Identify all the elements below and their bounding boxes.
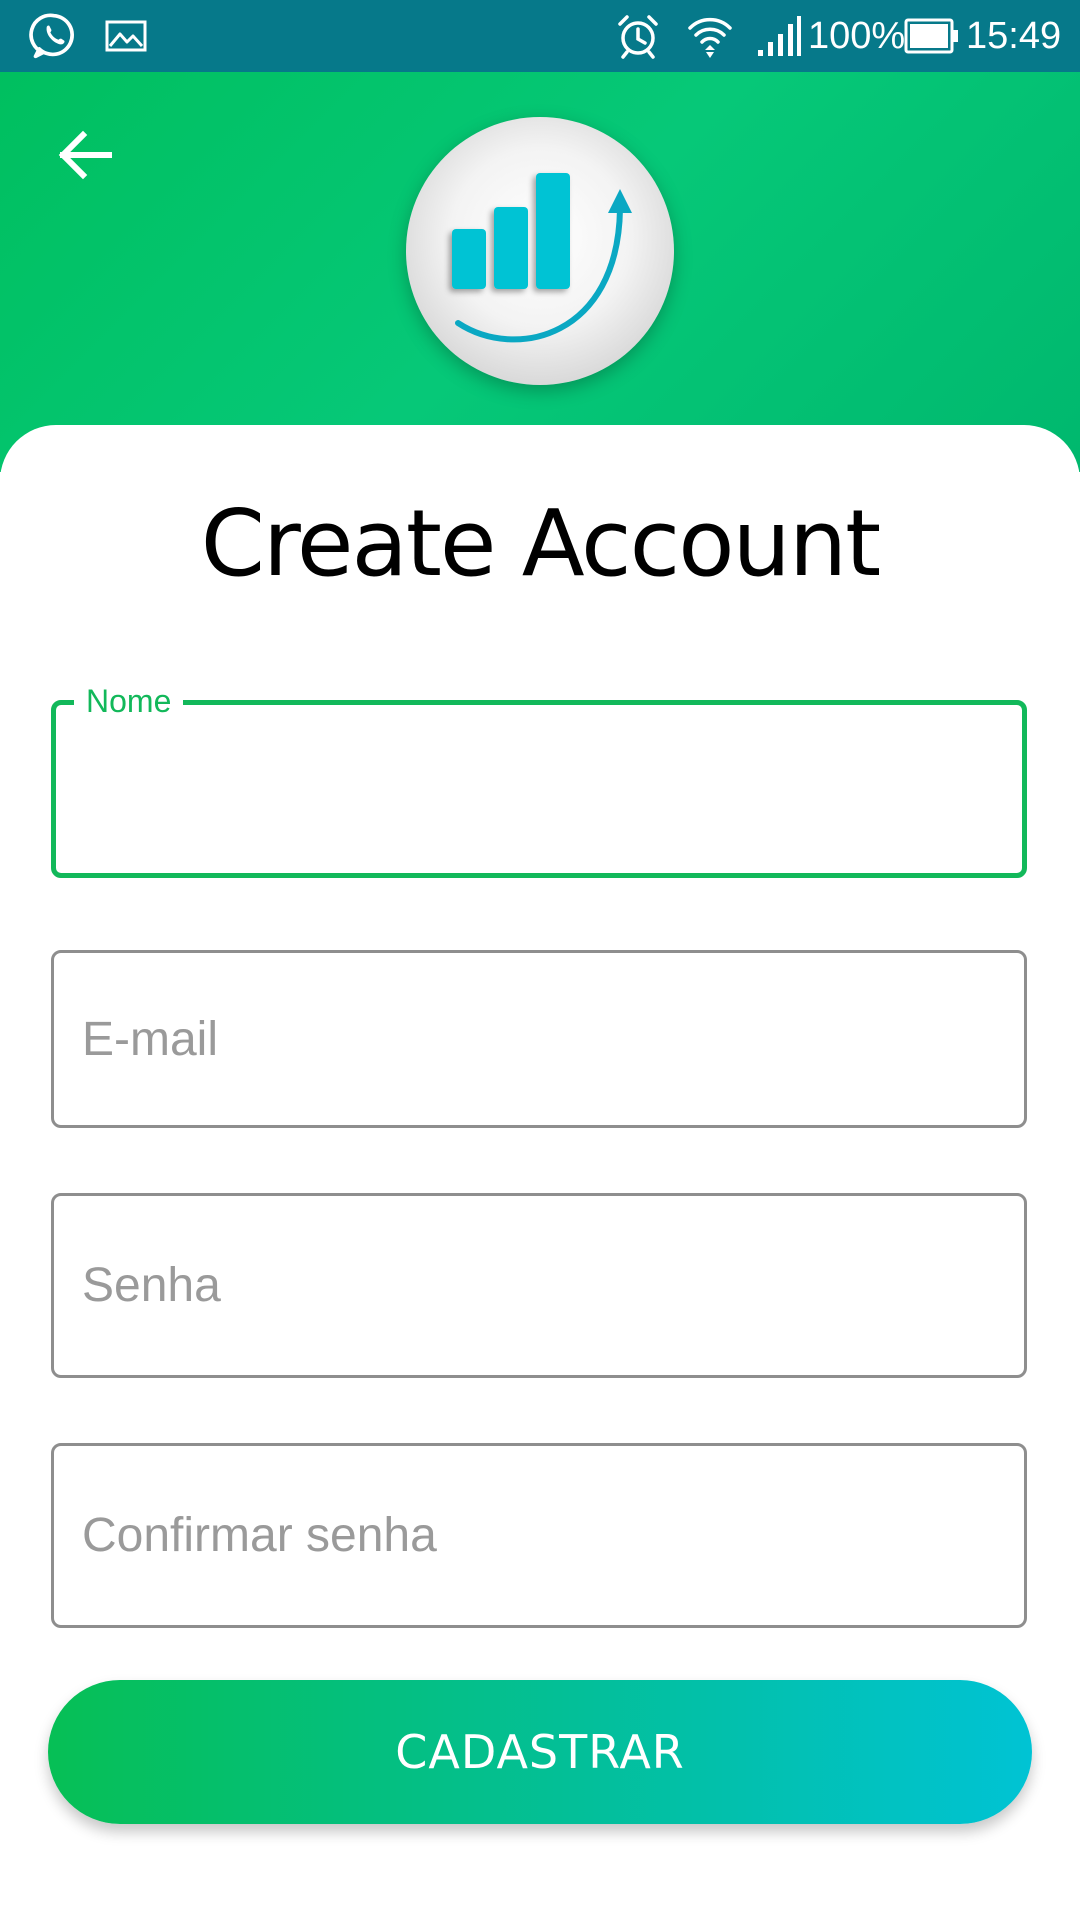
password-input[interactable]: [82, 1196, 996, 1375]
confirm-password-input[interactable]: [82, 1446, 996, 1625]
email-field[interactable]: [51, 950, 1027, 1128]
gallery-icon: [105, 20, 147, 52]
clock: 15:49: [966, 15, 1062, 57]
register-button[interactable]: CADASTRAR: [48, 1680, 1032, 1824]
battery-percent: 100%: [808, 15, 906, 57]
confirm-password-field[interactable]: [51, 1443, 1027, 1628]
alarm-icon: [618, 15, 658, 59]
signal-icon: [758, 16, 801, 56]
battery-icon: [904, 18, 958, 54]
email-input[interactable]: [82, 953, 996, 1125]
app-logo: [406, 117, 674, 385]
password-field[interactable]: [51, 1193, 1027, 1378]
name-field[interactable]: Nome: [51, 681, 1027, 878]
whatsapp-icon: [29, 13, 74, 59]
wifi-icon: [688, 17, 732, 58]
arrow-left-icon: [58, 130, 112, 180]
back-button[interactable]: [40, 110, 130, 200]
page-title: Create Account: [200, 490, 881, 597]
bar-chart-growth-icon: [452, 173, 632, 343]
status-bar: 100% 15:49: [0, 0, 1080, 72]
name-input[interactable]: [84, 705, 994, 873]
